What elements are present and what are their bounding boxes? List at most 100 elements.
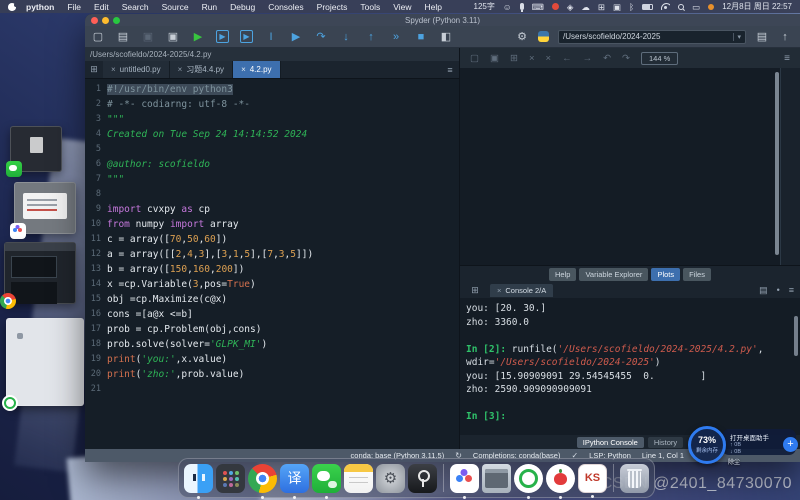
clean-label[interactable]: 除尘 — [728, 457, 740, 466]
zoom-in-icon[interactable]: ↶ — [603, 53, 611, 64]
step-out-icon[interactable]: ↑ — [364, 31, 378, 43]
notes-icon[interactable] — [344, 464, 373, 493]
pane-tab-help[interactable]: Help — [549, 268, 576, 281]
search-icon[interactable] — [678, 4, 684, 10]
menu-item-consoles[interactable]: Consoles — [268, 2, 303, 12]
minimized-window-dialog[interactable] — [14, 182, 76, 234]
cloud-app-icon[interactable] — [450, 464, 479, 493]
run-file-icon[interactable]: ▶ — [191, 31, 205, 43]
code-editor[interactable]: 1#!/usr/bin/env python32# -*- codiarng: … — [85, 79, 459, 449]
run-cell-icon[interactable]: ▶ — [216, 30, 229, 43]
maximize-pane-icon[interactable]: ◧ — [439, 31, 453, 43]
menu-item-edit[interactable]: Edit — [94, 2, 109, 12]
open-file-icon[interactable]: ▤ — [116, 31, 130, 43]
menu-item-help[interactable]: Help — [425, 2, 442, 12]
menu-item-projects[interactable]: Projects — [317, 2, 348, 12]
apple-logo-icon[interactable] — [8, 3, 16, 11]
cloud-icon[interactable]: ☁ — [581, 3, 590, 11]
options-dot-icon[interactable]: • — [777, 285, 780, 296]
step-over-icon[interactable]: ↷ — [314, 31, 328, 43]
step-into-icon[interactable]: ↓ — [339, 31, 353, 43]
new-file-icon[interactable]: ▢ — [91, 31, 105, 43]
run-cell-advance-icon[interactable]: ▶ — [240, 30, 253, 43]
save-all-plots-icon[interactable]: ▣ — [490, 53, 499, 64]
run-selection-icon[interactable]: I — [264, 31, 278, 43]
tab-history[interactable]: History — [648, 437, 683, 448]
minimized-window-browser[interactable] — [4, 242, 76, 304]
window-manager-icon[interactable]: ▣ — [613, 3, 621, 11]
continue-icon[interactable]: » — [389, 31, 403, 43]
screen-record-icon[interactable] — [552, 3, 559, 10]
window-preview-icon[interactable] — [482, 464, 511, 493]
launchpad-icon[interactable] — [216, 464, 245, 493]
app-knot-icon[interactable]: ◈ — [567, 3, 574, 11]
green-app-icon[interactable] — [514, 464, 543, 493]
editor-tab-untitled0.py[interactable]: ×untitled0.py — [103, 61, 170, 78]
ipython-console[interactable]: you: [20. 30.]zho: 3360.0 In [2]: runfil… — [460, 298, 800, 435]
menu-item-view[interactable]: View — [393, 2, 411, 12]
menu-item-source[interactable]: Source — [162, 2, 189, 12]
display-icon[interactable]: ▭ — [692, 3, 700, 11]
keychain-icon[interactable] — [408, 464, 437, 493]
editor-options-icon[interactable]: ≡ — [441, 61, 459, 78]
editor-tab-4.2.py[interactable]: ×4.2.py — [233, 61, 280, 78]
finder-icon[interactable] — [184, 464, 213, 493]
wechat-icon[interactable] — [312, 464, 341, 493]
zoom-window-button[interactable] — [113, 17, 120, 24]
save-plot-icon[interactable]: ▢ — [470, 53, 479, 64]
notification-dot-icon[interactable] — [708, 4, 714, 10]
keyboard-icon[interactable]: ⌨ — [532, 3, 544, 11]
pane-tab-variable-explorer[interactable]: Variable Explorer — [579, 268, 648, 281]
battery-icon[interactable] — [642, 4, 653, 10]
previous-plot-icon[interactable]: ← — [562, 53, 572, 64]
chrome-icon[interactable] — [248, 464, 277, 493]
trash-icon[interactable] — [620, 464, 649, 493]
console-menu-icon[interactable]: ≡ — [789, 285, 794, 296]
stop-icon[interactable]: ■ — [414, 31, 428, 43]
pane-tab-plots[interactable]: Plots — [651, 268, 680, 281]
browse-tabs-icon[interactable]: ⊞ — [85, 61, 103, 78]
window-titlebar[interactable]: Spyder (Python 3.11) — [85, 14, 800, 26]
close-icon[interactable]: × — [241, 65, 246, 74]
tab-ipython-console[interactable]: IPython Console — [577, 437, 644, 448]
settings-icon[interactable]: ⚙ — [376, 464, 405, 493]
copy-console-icon[interactable]: ▤ — [759, 285, 768, 296]
close-icon[interactable]: × — [111, 65, 116, 74]
menu-item-run[interactable]: Run — [202, 2, 218, 12]
zoom-out-icon[interactable]: ↷ — [622, 53, 630, 64]
save-icon[interactable]: ▣ — [141, 31, 155, 43]
wifi-icon[interactable] — [661, 3, 670, 10]
working-directory-select[interactable]: /Users/scofieldo/2024-2025 ▾ — [558, 30, 746, 44]
split-view-icon[interactable]: ⊞ — [598, 3, 605, 11]
plots-menu-icon[interactable]: ≡ — [784, 53, 790, 64]
close-window-button[interactable] — [91, 17, 98, 24]
browse-consoles-icon[interactable]: ⊞ — [466, 285, 484, 296]
remove-all-plots-icon[interactable]: × — [546, 53, 552, 64]
console-tab[interactable]: × Console 2/A — [490, 284, 553, 297]
pane-tab-files[interactable]: Files — [683, 268, 711, 281]
menu-item-python[interactable]: python — [26, 2, 54, 12]
mic-icon[interactable] — [520, 3, 524, 10]
input-method-icon[interactable]: ☺ — [503, 3, 512, 11]
console-scrollbar[interactable] — [794, 316, 798, 356]
debug-file-icon[interactable]: ▶ — [289, 31, 303, 43]
editor-tab-习题4.4.py[interactable]: ×习题4.4.py — [170, 61, 233, 78]
input-word-count[interactable]: 125字 — [474, 1, 495, 12]
close-icon[interactable]: × — [497, 286, 501, 295]
memory-widget[interactable]: 打开桌面助手 ↑ 0B ↓ 0B + 73% 剩余内存 除尘 — [688, 426, 796, 466]
menu-item-tools[interactable]: Tools — [360, 2, 380, 12]
remove-plot-icon[interactable]: × — [529, 53, 535, 64]
memory-percent-circle[interactable]: 73% 剩余内存 — [688, 426, 726, 464]
apple-app-icon[interactable] — [546, 464, 575, 493]
copy-plot-icon[interactable]: ⊞ — [510, 53, 518, 64]
menu-item-file[interactable]: File — [67, 2, 81, 12]
minimized-window-wechat[interactable] — [10, 126, 62, 172]
python-logo-icon[interactable] — [538, 31, 549, 42]
save-all-icon[interactable]: ▣ — [166, 31, 180, 43]
plots-scrollbar[interactable] — [775, 72, 779, 255]
menu-item-debug[interactable]: Debug — [230, 2, 255, 12]
parent-directory-icon[interactable]: ↑ — [778, 31, 792, 43]
browse-directory-icon[interactable]: ▤ — [755, 31, 769, 43]
wrench-icon[interactable]: ⚙ — [515, 31, 529, 43]
minimized-window-launcher[interactable] — [6, 318, 84, 406]
